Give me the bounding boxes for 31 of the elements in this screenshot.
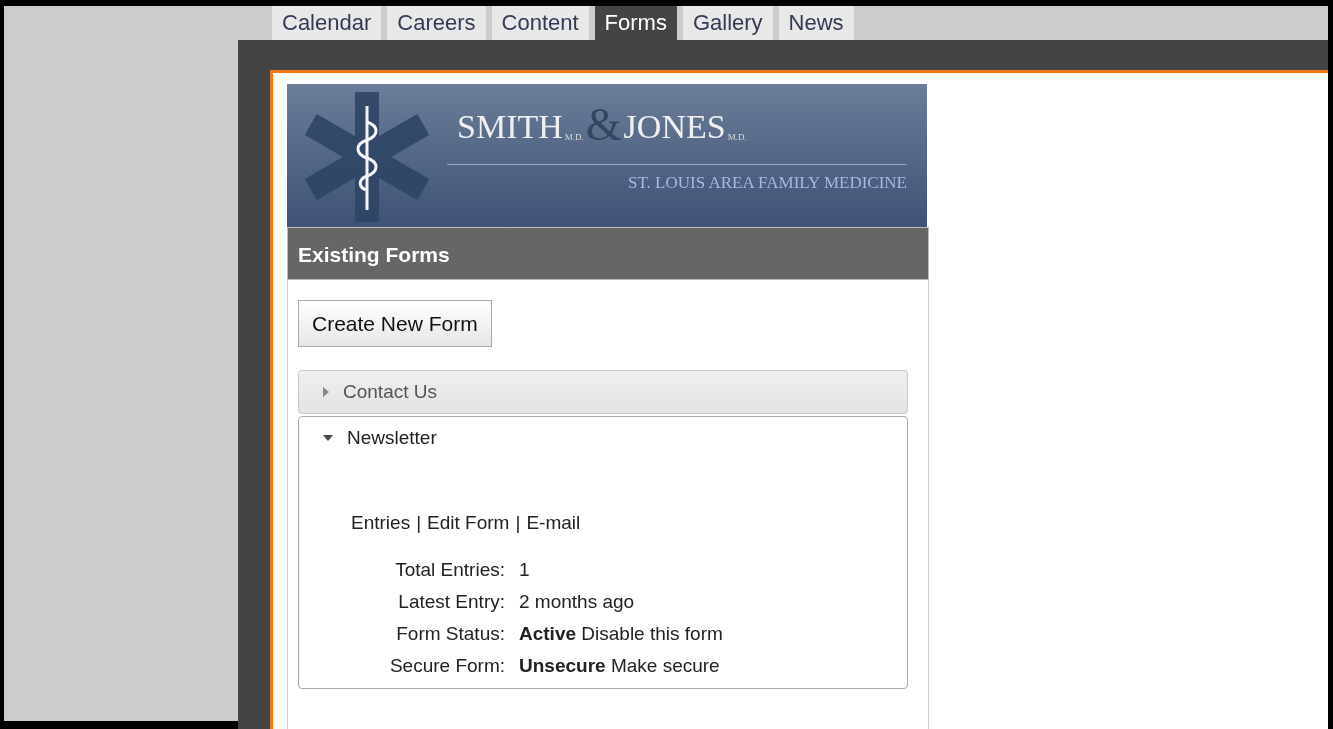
logo-ampersand: & (585, 102, 622, 148)
logo-name: JONES (623, 110, 726, 144)
detail-value: Active Disable this form (519, 621, 724, 646)
form-action-link[interactable]: Entries (351, 509, 411, 538)
detail-label: Form Status: (395, 621, 505, 646)
create-form-button[interactable]: Create New Form (298, 300, 492, 347)
caret-down-icon (323, 435, 333, 441)
nav-tab[interactable]: Forms (594, 6, 677, 40)
section-header: Existing Forms (287, 227, 929, 280)
form-action-link[interactable]: Edit Form (427, 509, 510, 538)
detail-label: Latest Entry: (397, 589, 505, 614)
caret-right-icon (323, 387, 329, 397)
accordion-header[interactable]: Contact Us (299, 371, 907, 413)
detail-value: Unsecure Make secure (519, 653, 721, 678)
form-action-link[interactable]: E-mail (526, 509, 581, 538)
nav-tab[interactable]: Gallery (682, 6, 773, 40)
nav-tab[interactable]: Careers (387, 6, 486, 40)
accordion-header[interactable]: Newsletter (299, 417, 907, 459)
nav-tab[interactable]: Calendar (272, 6, 382, 40)
logo-suffix: M.D. (727, 130, 747, 144)
logo-name: SMITH (457, 110, 563, 144)
nav-tab[interactable]: Content (491, 6, 589, 40)
detail-label: Secure Form: (388, 653, 505, 678)
detail-value: 2 months ago (519, 589, 636, 614)
link-separator: | (515, 511, 521, 535)
logo-tagline: ST. LOUIS AREA FAMILY MEDICINE (628, 172, 907, 194)
detail-label: Total Entries: (394, 557, 505, 582)
nav-tab[interactable]: News (778, 6, 854, 40)
logo-suffix: M.D. (564, 130, 584, 144)
link-separator: | (416, 511, 422, 535)
detail-value: 1 (519, 557, 531, 582)
